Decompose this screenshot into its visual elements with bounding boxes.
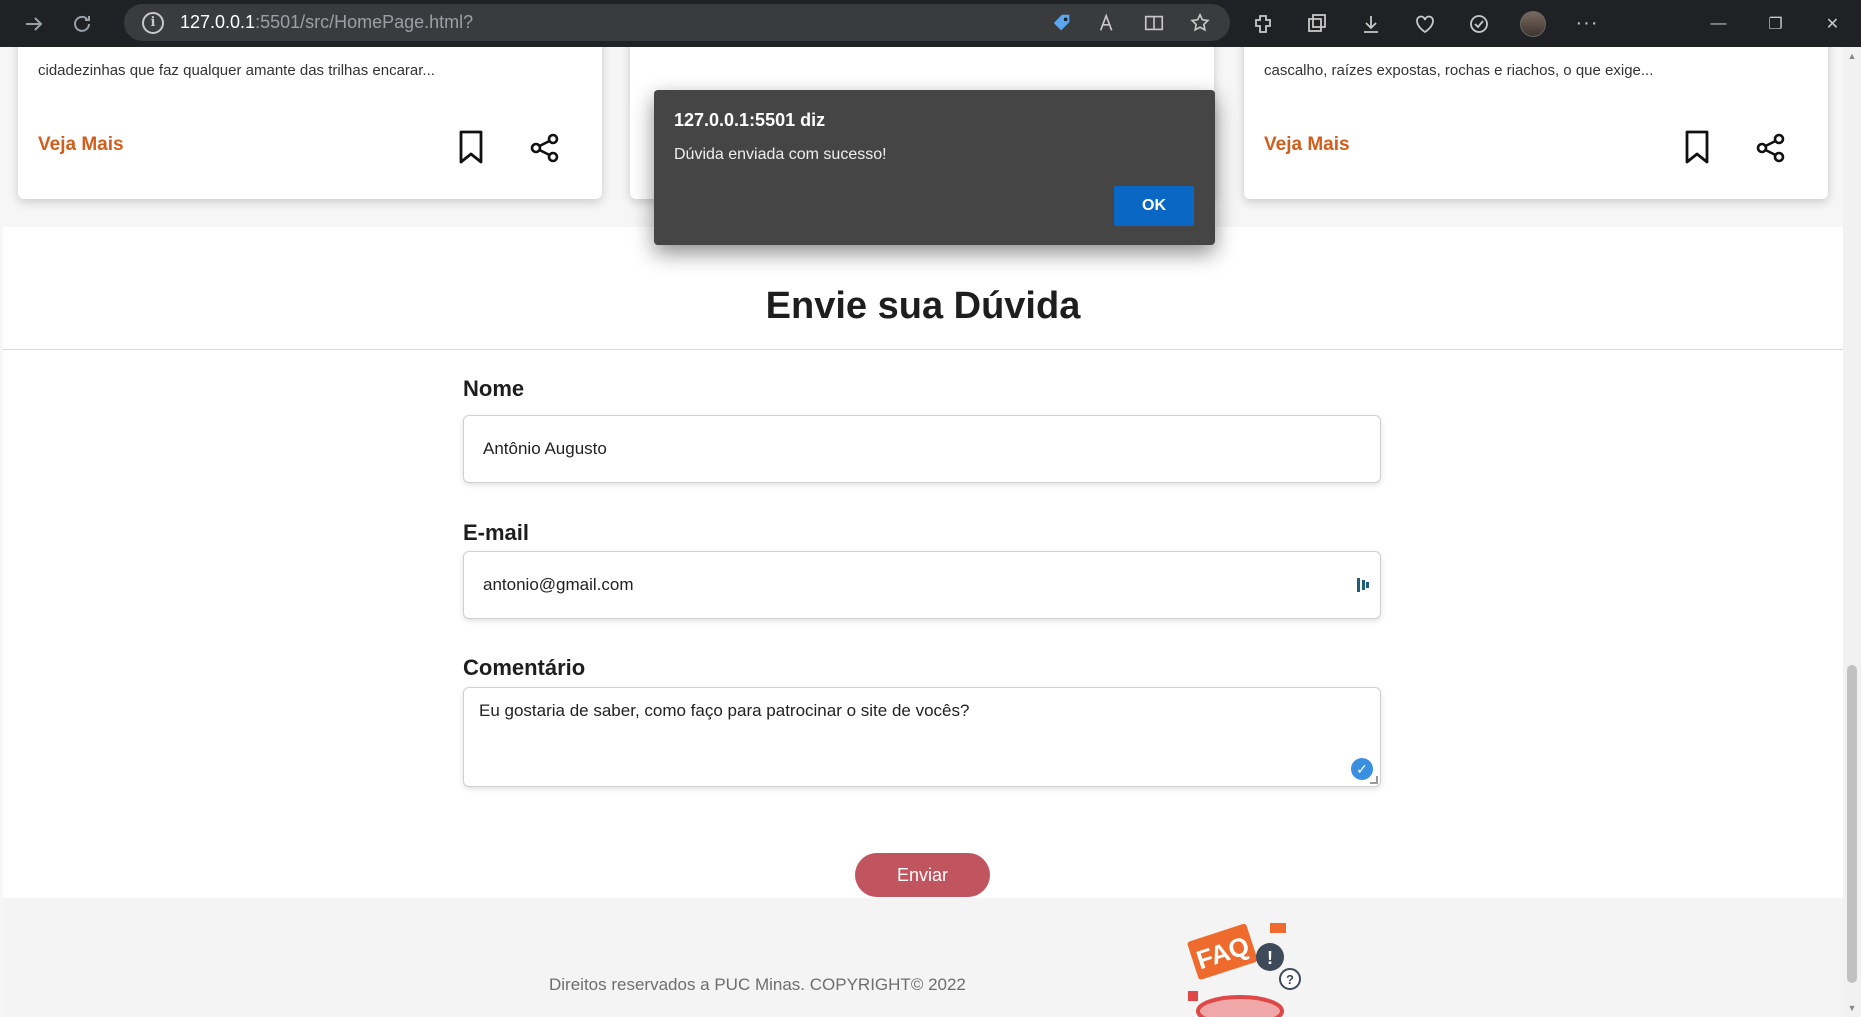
trail-card: cidadezinhas que faz qualquer amante das… — [18, 47, 602, 199]
email-input-value: antonio@gmail.com — [483, 575, 634, 594]
restore-icon[interactable]: ❐ — [1747, 0, 1804, 47]
card-description: cascalho, raízes expostas, rochas e riac… — [1264, 62, 1654, 79]
resize-handle[interactable] — [1370, 776, 1378, 784]
email-label: E-mail — [463, 520, 530, 545]
shopping-tag-icon[interactable] — [1050, 11, 1074, 35]
name-input-value: Antônio Augusto — [483, 439, 607, 458]
url-host: 127.0.0.1 — [180, 12, 256, 32]
svg-text:!: ! — [1267, 948, 1273, 968]
dialog-message: Dúvida enviada com sucesso! — [674, 146, 887, 163]
close-window-icon[interactable]: ✕ — [1804, 0, 1861, 47]
comment-label: Comentário — [463, 655, 586, 680]
more-options-icon[interactable]: ··· — [1574, 11, 1600, 37]
site-info-icon[interactable]: i — [142, 11, 164, 34]
url-path: :5501/src/HomePage.html? — [255, 12, 474, 32]
bookmark-icon[interactable] — [1682, 130, 1712, 164]
scroll-down-arrow-icon[interactable]: ▼ — [1847, 1003, 1857, 1013]
see-more-link[interactable]: Veja Mais — [1264, 134, 1350, 156]
comment-textarea[interactable]: Eu gostaria de saber, como faço para pat… — [463, 687, 1381, 787]
page-scrollbar[interactable]: ▲ ▼ — [1843, 47, 1861, 1017]
read-aloud-icon[interactable] — [1096, 11, 1120, 35]
address-bar[interactable]: i 127.0.0.1:5501/src/HomePage.html? — [124, 4, 1230, 41]
question-form-section: Envie sua Dúvida Nome Antônio Augusto E-… — [3, 227, 1843, 945]
forward-icon[interactable] — [14, 4, 54, 44]
card-description: cidadezinhas que faz qualquer amante das… — [38, 62, 435, 79]
form-title: Envie sua Dúvida — [765, 285, 1081, 327]
name-input[interactable]: Antônio Augusto — [463, 415, 1381, 483]
page-content: cidadezinhas que faz qualquer amante das… — [0, 47, 1843, 1017]
browser-toolbar: i 127.0.0.1:5501/src/HomePage.html? ··· … — [0, 0, 1861, 47]
email-input[interactable]: antonio@gmail.com — [463, 551, 1381, 619]
divider — [3, 349, 1843, 350]
copilot-icon[interactable] — [1466, 11, 1492, 37]
download-icon[interactable] — [1358, 11, 1384, 37]
dialog-title: 127.0.0.1:5501 diz — [674, 110, 826, 130]
dialog-ok-button[interactable]: OK — [1114, 186, 1194, 226]
see-more-link[interactable]: Veja Mais — [38, 134, 124, 156]
share-icon[interactable] — [1756, 133, 1786, 163]
collections-icon[interactable] — [1304, 11, 1330, 37]
faq-art-text: FAQ — [1193, 930, 1253, 975]
copyright-text: Direitos reservados a PUC Minas. COPYRIG… — [549, 975, 966, 994]
extensions-icon[interactable] — [1250, 11, 1276, 37]
immersive-reader-icon[interactable] — [1142, 11, 1166, 35]
password-manager-icon[interactable] — [1356, 576, 1370, 594]
browser-essentials-icon[interactable] — [1412, 11, 1438, 37]
refresh-icon[interactable] — [62, 4, 102, 44]
scrollbar-thumb[interactable] — [1847, 665, 1857, 983]
add-favorite-icon[interactable] — [1188, 11, 1212, 35]
comment-textarea-value: Eu gostaria de saber, como faço para pat… — [479, 701, 970, 720]
footer: Direitos reservados a PUC Minas. COPYRIG… — [3, 898, 1843, 1017]
alert-dialog: 127.0.0.1:5501 diz Dúvida enviada com su… — [654, 90, 1215, 245]
faq-illustration: FAQ ! ? — [1187, 923, 1301, 1017]
bookmark-icon[interactable] — [456, 130, 486, 164]
profile-avatar[interactable] — [1520, 10, 1546, 37]
trail-card: cascalho, raízes expostas, rochas e riac… — [1244, 47, 1828, 199]
svg-text:?: ? — [1286, 972, 1294, 987]
scroll-up-arrow-icon[interactable]: ▲ — [1847, 51, 1857, 61]
submit-button[interactable]: Enviar — [855, 853, 990, 897]
minimize-icon[interactable]: — — [1690, 0, 1747, 47]
name-label: Nome — [463, 376, 525, 401]
url-text: 127.0.0.1:5501/src/HomePage.html? — [180, 12, 473, 33]
share-icon[interactable] — [530, 133, 560, 163]
